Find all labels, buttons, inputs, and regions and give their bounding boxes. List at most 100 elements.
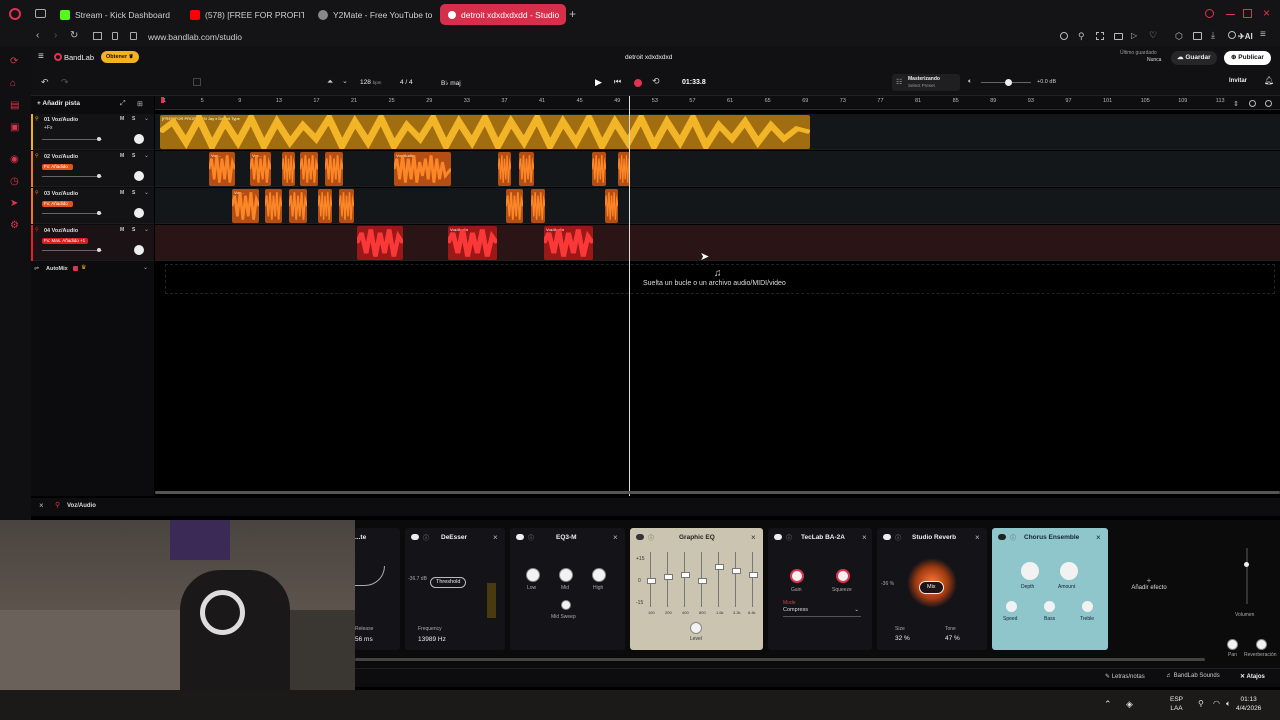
amount-knob[interactable] xyxy=(1060,562,1078,580)
power-toggle-icon[interactable] xyxy=(411,534,419,540)
new-tab-button[interactable]: + xyxy=(569,7,576,21)
audio-clip[interactable] xyxy=(289,189,307,223)
squeeze-knob[interactable] xyxy=(836,569,850,583)
reload-icon[interactable]: ↻ xyxy=(70,30,78,41)
mode-select[interactable]: Compress ⌄ xyxy=(783,607,861,617)
screenshot-icon[interactable] xyxy=(1096,32,1104,40)
audio-clip[interactable]: Voz... xyxy=(209,152,235,186)
invite-button[interactable]: Invitar xyxy=(1229,78,1247,84)
track-header-1[interactable]: ⚲ 01 Voz/Audio +Fx M S ⌄ xyxy=(31,114,154,150)
network-tray-icon[interactable]: ◈ xyxy=(1126,699,1133,710)
eq-slider-400[interactable] xyxy=(681,552,692,607)
pan-knob[interactable] xyxy=(134,134,144,144)
power-toggle-icon[interactable] xyxy=(998,534,1006,540)
fx-card-graphic-eq[interactable]: ⓘ Graphic EQ × +15 0 -15 100 200 400 800… xyxy=(630,528,763,650)
fx-card-eq3[interactable]: ⓘ EQ3-M × Low Mid High Mid Sweep xyxy=(510,528,625,650)
zoom-fit-icon[interactable]: ⇕ xyxy=(1233,100,1239,108)
forward-icon[interactable]: › xyxy=(54,30,57,41)
lyrics-button[interactable]: ✎ Letras/notas xyxy=(1105,673,1145,680)
fx-card-teclab[interactable]: ⓘ TecLab BA-2A × Gain Squeeze Mode Compr… xyxy=(768,528,872,650)
notifications-icon[interactable]: 🔔︎ xyxy=(1264,76,1274,85)
audio-clip[interactable] xyxy=(265,189,282,223)
minimize-icon[interactable] xyxy=(1226,14,1235,15)
audio-clip[interactable] xyxy=(605,189,618,223)
wallet-icon[interactable] xyxy=(1193,32,1202,40)
high-knob[interactable] xyxy=(592,568,606,582)
audio-clip[interactable]: Voz/Audio xyxy=(448,226,497,260)
sidebar-twitch-icon[interactable]: ▣ xyxy=(10,122,19,133)
solo-button[interactable]: S xyxy=(132,116,135,122)
record-button[interactable] xyxy=(634,79,642,87)
key-display[interactable]: B♭ maj xyxy=(441,79,461,87)
url-field[interactable]: www.bandlab.com/studio xyxy=(148,32,242,42)
power-toggle-icon[interactable] xyxy=(774,534,782,540)
grid-toggle-icon[interactable] xyxy=(193,78,201,86)
bandlab-logo-icon[interactable] xyxy=(54,53,62,61)
playhead[interactable] xyxy=(629,96,630,496)
pan-knob[interactable] xyxy=(134,245,144,255)
info-icon[interactable]: ⓘ xyxy=(895,533,901,542)
mid-knob[interactable] xyxy=(559,568,573,582)
chevron-down-icon[interactable]: ⌄ xyxy=(342,77,348,85)
audio-clip[interactable] xyxy=(506,189,523,223)
fx-added-badge[interactable]: Fx: Añadido xyxy=(42,164,73,170)
audio-clip[interactable] xyxy=(592,152,606,186)
publish-button[interactable]: ⊕ Publicar xyxy=(1224,51,1271,65)
audio-clip[interactable] xyxy=(531,189,545,223)
volume-fader[interactable] xyxy=(42,176,102,177)
sidebar-history-icon[interactable]: ◷ xyxy=(10,176,19,187)
sounds-button[interactable]: ♬ BandLab Sounds xyxy=(1166,673,1220,679)
threshold-control[interactable]: Threshold xyxy=(430,577,467,588)
back-icon[interactable]: ‹ xyxy=(36,30,39,41)
sidebar-send-icon[interactable]: ➤ xyxy=(10,198,18,209)
level-knob[interactable] xyxy=(690,622,702,634)
track-name[interactable]: 01 Voz/Audio xyxy=(44,117,78,123)
ai-button[interactable]: ✈AI xyxy=(1238,32,1253,41)
undo-icon[interactable]: ↶ xyxy=(41,77,49,88)
horizontal-scrollbar[interactable] xyxy=(155,491,1280,494)
fx-card-deesser[interactable]: ⓘ DeEsser × -36.7 dB Threshold Frequency… xyxy=(405,528,505,650)
volume-tray-icon[interactable]: 🔈︎ xyxy=(1226,699,1231,709)
audio-clip[interactable]: Voz/Audio xyxy=(544,226,593,260)
mute-button[interactable]: M xyxy=(120,190,124,196)
mute-button[interactable]: M xyxy=(120,116,124,122)
mid-sweep-knob[interactable] xyxy=(561,600,571,610)
pan-knob[interactable] xyxy=(1227,639,1238,650)
tab-switcher-icon[interactable] xyxy=(35,9,46,18)
eq-slider-1.6k[interactable] xyxy=(715,552,726,607)
audio-clip[interactable] xyxy=(318,189,332,223)
close-icon[interactable]: × xyxy=(862,533,867,542)
audio-clip[interactable] xyxy=(325,152,343,186)
track-menu-icon[interactable]: ⌄ xyxy=(144,115,149,122)
audio-clip[interactable] xyxy=(498,152,511,186)
clock[interactable]: 01:13 4/4/2026 xyxy=(1236,695,1261,713)
track-menu-icon[interactable]: ⌄ xyxy=(144,152,149,159)
eq-slider-6.4k[interactable] xyxy=(749,552,760,607)
close-icon[interactable]: × xyxy=(613,533,618,542)
skip-back-button[interactable]: ⏮ xyxy=(614,77,621,87)
track-name[interactable]: 02 Voz/Audio xyxy=(44,154,78,160)
pan-knob[interactable] xyxy=(134,208,144,218)
zoom-out-icon[interactable] xyxy=(1249,100,1256,107)
account-icon[interactable] xyxy=(1228,31,1236,39)
project-title[interactable]: detroit xdxdxdxd xyxy=(625,54,672,61)
tab-youtube[interactable]: (578) [FREE FOR PROFIT] xyxy=(182,4,304,25)
track-menu-icon[interactable]: ⌄ xyxy=(144,226,149,233)
mute-button[interactable]: M xyxy=(120,153,124,159)
reverb-send-knob[interactable] xyxy=(1256,639,1267,650)
eq-slider-100[interactable] xyxy=(647,552,658,607)
track-lane-4[interactable] xyxy=(155,225,1280,261)
channel-volume-meter[interactable] xyxy=(1246,548,1248,604)
audio-clip[interactable]: Voz... xyxy=(250,152,271,186)
volume-fader-knob[interactable] xyxy=(97,211,101,215)
close-tab-icon[interactable]: × xyxy=(565,10,566,20)
automix-row[interactable]: ⇌ AutoMix ♛ ⌄ xyxy=(31,264,154,276)
close-icon[interactable]: × xyxy=(1096,533,1101,542)
wifi-tray-icon[interactable]: ◠ xyxy=(1213,699,1220,708)
zoom-icon[interactable] xyxy=(1060,32,1068,40)
fx-card-reverb[interactable]: ⓘ Studio Reverb × -36 % Mix Size 32 % To… xyxy=(877,528,987,650)
language-indicator[interactable]: ESP LAA xyxy=(1170,695,1183,713)
track-menu-icon[interactable]: ⌄ xyxy=(144,189,149,196)
add-track-button[interactable]: + Añadir pista xyxy=(37,100,80,107)
master-volume-icon[interactable]: 🔈︎ xyxy=(968,78,972,86)
